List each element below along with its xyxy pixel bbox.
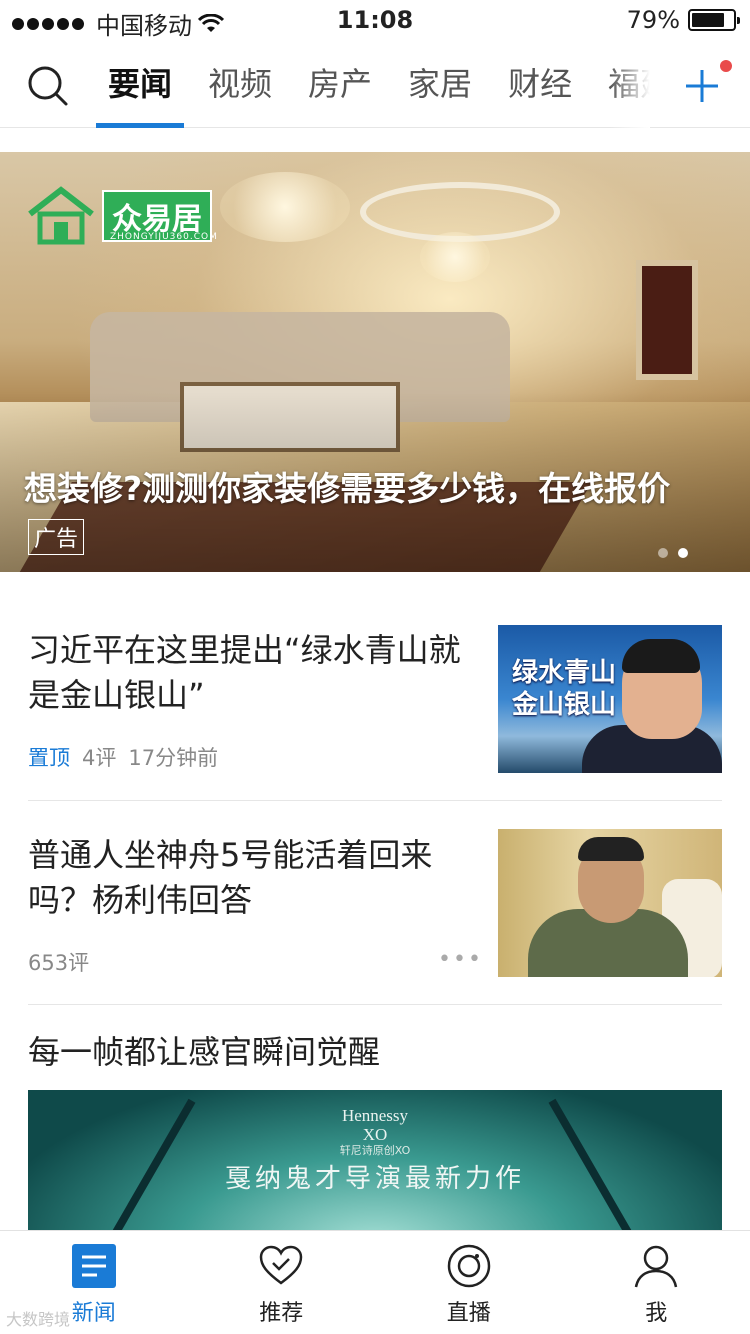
video-title-row[interactable]: 每一帧都让感官瞬间觉醒: [28, 1030, 722, 1075]
tabs-fade: [610, 40, 650, 128]
status-bar: 中国移动 11:08 79%: [0, 0, 750, 40]
top-nav: 要闻 视频 房产 家居 财经 福建: [0, 40, 750, 128]
search-icon[interactable]: [24, 62, 72, 110]
news-icon: [71, 1244, 116, 1288]
thumb-caption-line: 绿水青山: [512, 658, 617, 688]
battery-fill: [692, 13, 724, 27]
comment-count: 4评: [82, 746, 117, 770]
ad-badge: 广告: [28, 519, 85, 555]
thumb-figure-hair: [578, 837, 644, 861]
news-thumbnail: 绿水青山 金山银山: [498, 625, 722, 773]
banner-chandelier: [220, 172, 350, 242]
tab-home[interactable]: 家居: [390, 40, 490, 128]
watermark: 大数跨境: [6, 1310, 71, 1329]
brand-name: Hennessy: [341, 1106, 409, 1125]
logo-subtext: ZHONGYIJU360.COM: [110, 232, 218, 242]
notification-dot: [720, 60, 732, 72]
news-item[interactable]: 普通人坐神舟5号能活着回来吗？杨利伟回答 653评 •••: [28, 829, 722, 983]
bottom-tab-recommend[interactable]: 推荐: [188, 1231, 376, 1334]
banner-door: [636, 260, 698, 380]
thumb-figure-hair: [622, 639, 700, 673]
banner-chandelier-small: [420, 232, 490, 282]
tab-headlines[interactable]: 要闻: [90, 40, 190, 128]
comment-count: 653评: [28, 951, 90, 975]
news-meta: 置顶 4评 17分钟前: [28, 742, 218, 772]
banner-ad[interactable]: 众易居 ZHONGYIJU360.COM 想装修?测测你家装修需要多少钱，在线报…: [0, 152, 750, 572]
carousel-dot: [658, 548, 668, 558]
bottom-tab-label: 推荐: [259, 1301, 304, 1326]
news-title: 普通人坐神舟5号能活着回来吗？杨利伟回答: [28, 836, 433, 919]
news-item[interactable]: 习近平在这里提出“绿水青山就是金山银山” 置顶 4评 17分钟前 绿水青山 金山…: [28, 625, 722, 778]
tab-real-estate[interactable]: 房产: [290, 40, 390, 128]
news-thumbnail: [498, 829, 722, 977]
publish-time: 17分钟前: [128, 746, 219, 770]
video-brand: Hennessy XO: [28, 1106, 722, 1144]
more-options-icon[interactable]: •••: [438, 947, 483, 972]
channel-tabs: 要闻 视频 房产 家居 财经 福建: [90, 40, 650, 128]
news-meta: 653评: [28, 947, 89, 977]
carousel-indicator: [658, 548, 688, 558]
tab-video[interactable]: 视频: [190, 40, 290, 128]
house-logo-icon: [28, 186, 94, 245]
status-right: 79%: [626, 6, 740, 34]
brand-subtitle: 轩尼诗原创XO: [339, 1144, 411, 1157]
bottom-tab-live[interactable]: 直播: [375, 1231, 563, 1334]
divider: [28, 800, 722, 801]
thumb-caption: 绿水青山 金山银山: [512, 657, 616, 721]
live-icon: [447, 1244, 490, 1288]
bottom-tab-bar: 新闻 推荐 直播 我: [0, 1230, 750, 1334]
tab-finance[interactable]: 财经: [490, 40, 590, 128]
divider: [28, 1004, 722, 1005]
banner-title: 想装修?测测你家装修需要多少钱，在线报价: [24, 469, 671, 508]
heart-check-icon: [259, 1245, 303, 1285]
thumb-caption-line: 金山银山: [512, 690, 617, 720]
carousel-dot-active: [678, 548, 688, 558]
bottom-tab-me[interactable]: 我: [563, 1231, 750, 1334]
bottom-tab-label: 新闻: [71, 1301, 116, 1326]
video-caption: 戛纳鬼才导演最新力作: [224, 1164, 525, 1194]
bottom-tab-label: 我: [645, 1301, 668, 1326]
battery-percent: 79%: [626, 6, 680, 34]
video-title: 每一帧都让感官瞬间觉醒: [28, 1033, 381, 1071]
video-card[interactable]: Hennessy XO 轩尼诗原创XO 戛纳鬼才导演最新力作: [28, 1090, 722, 1230]
news-title: 习近平在这里提出“绿水青山就是金山银山”: [28, 631, 461, 714]
user-icon: [635, 1245, 678, 1288]
bottom-tab-label: 直播: [446, 1301, 491, 1326]
battery-icon: [688, 9, 740, 31]
pinned-label: 置顶: [28, 746, 70, 770]
